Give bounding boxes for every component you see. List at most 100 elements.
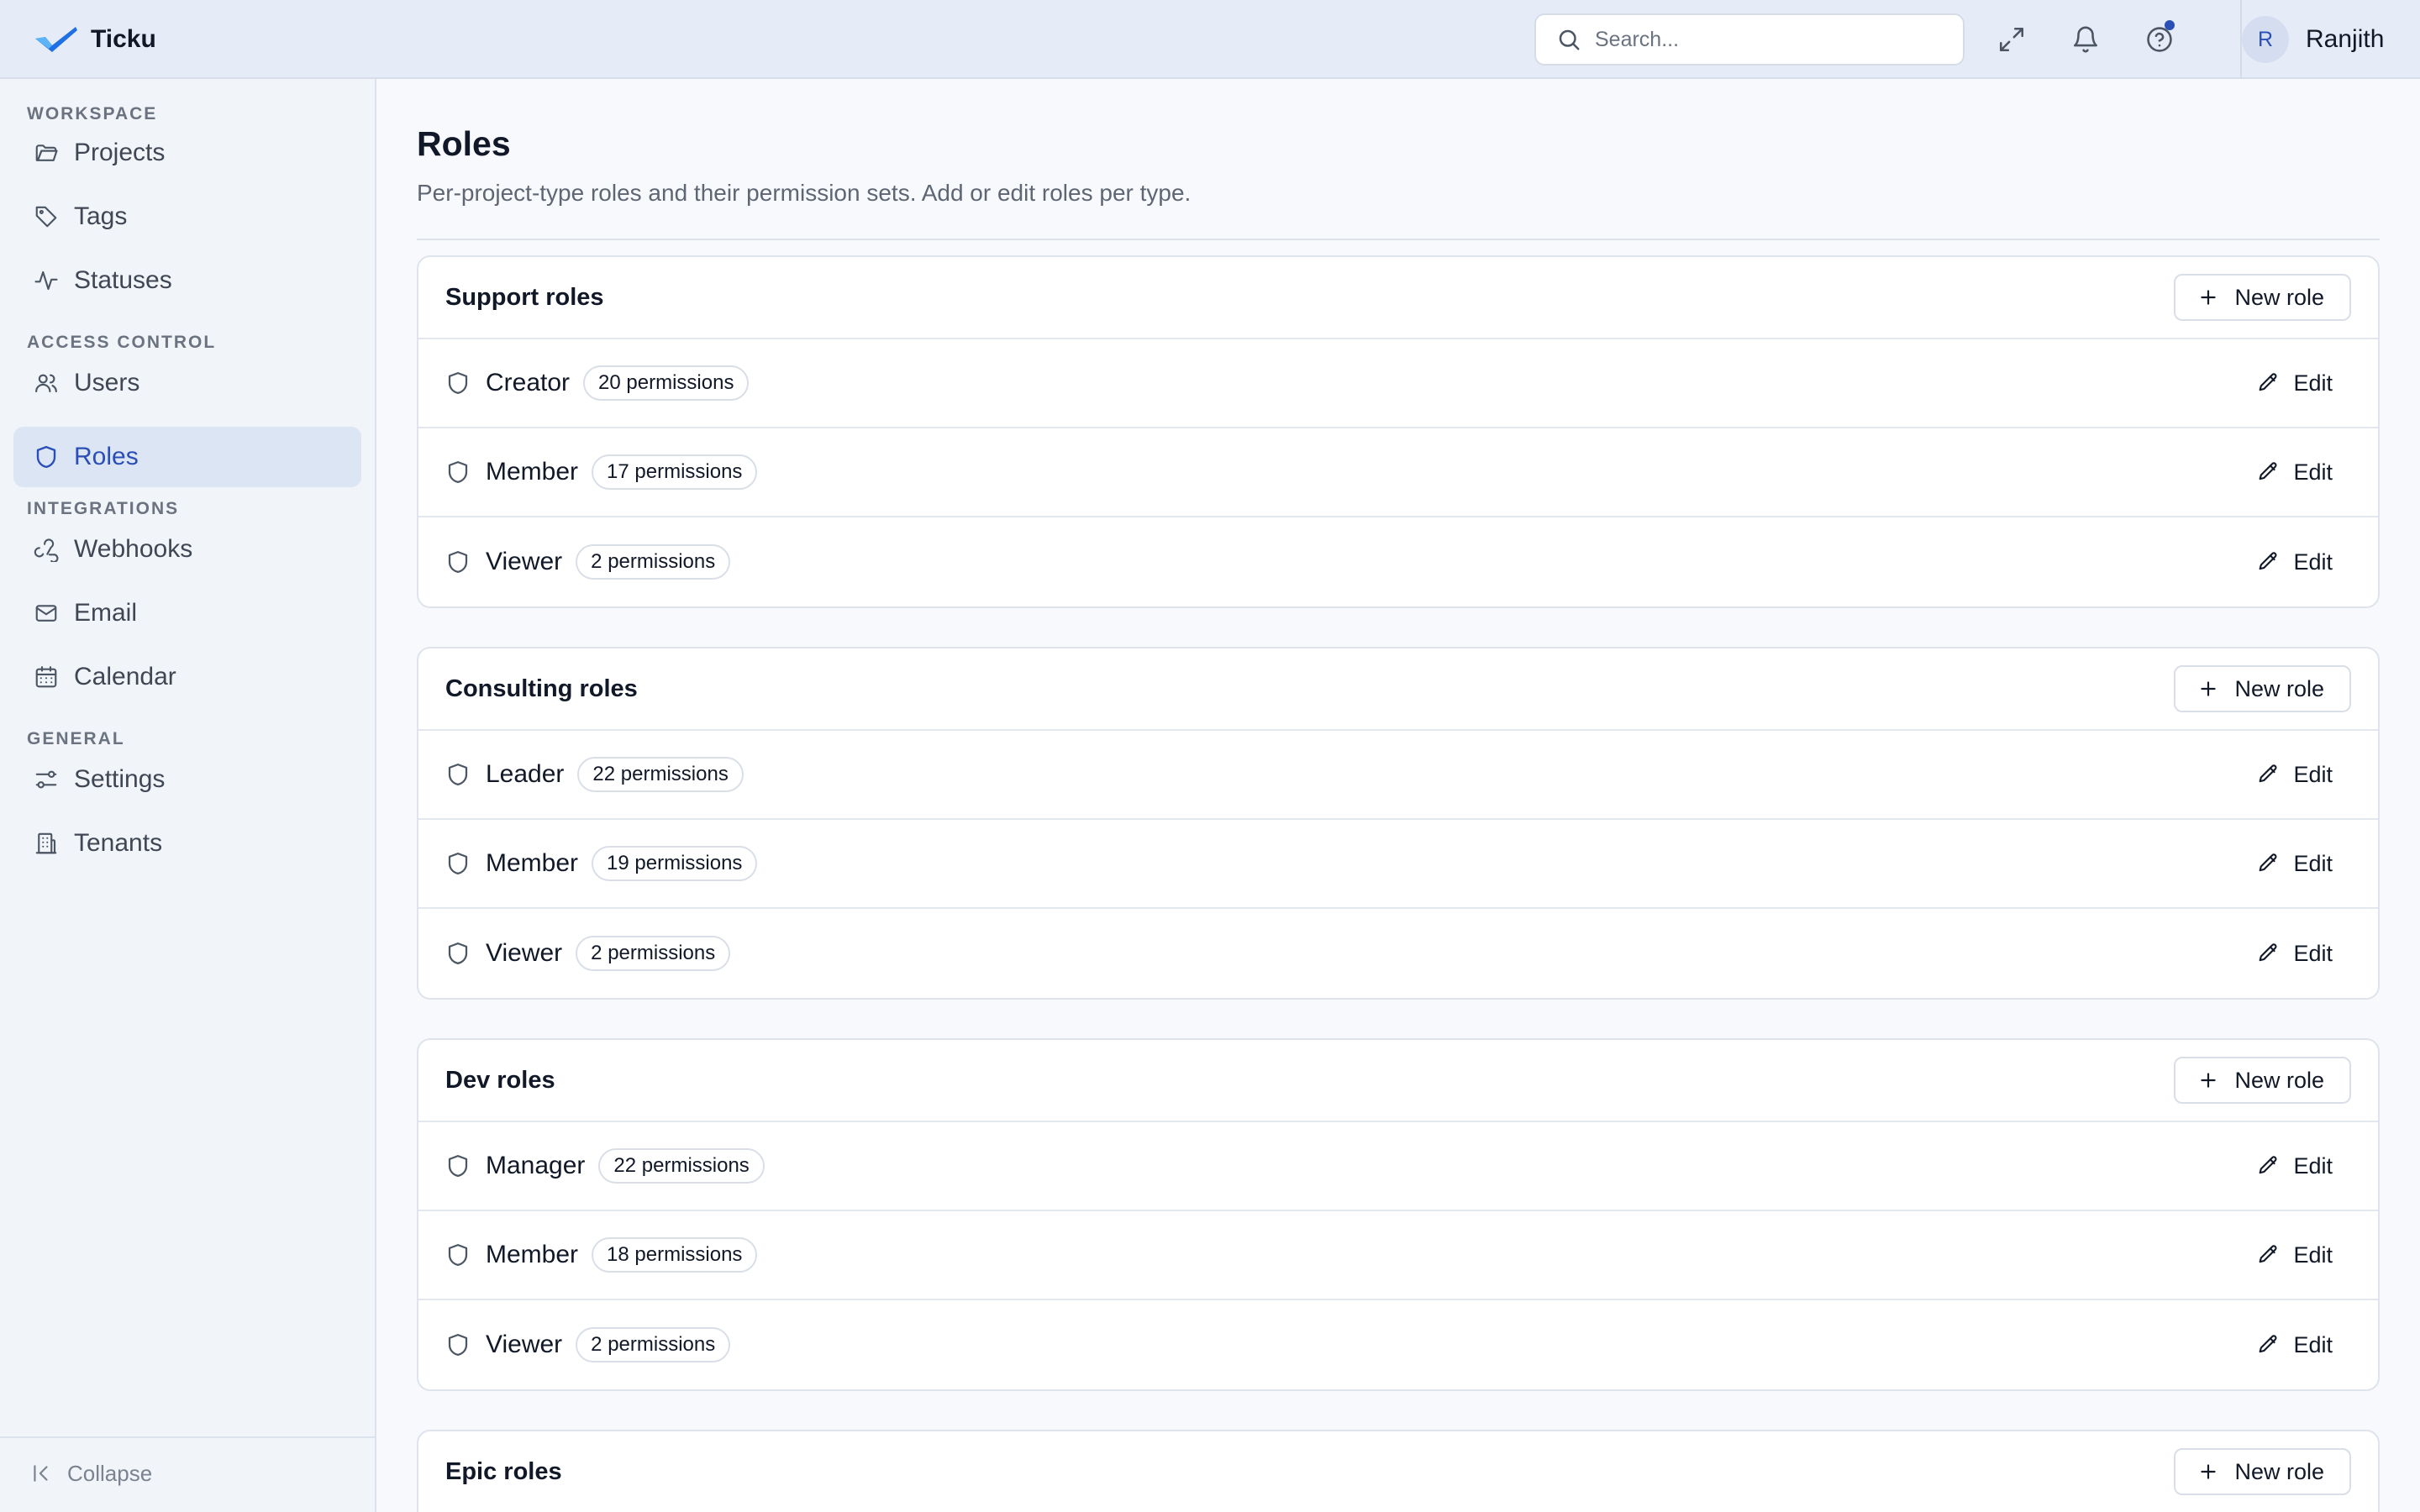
section-label-general: GENERAL <box>27 729 125 748</box>
role-group-card: Dev roles New role Manager 22 permissions Ed… <box>417 1038 2380 1391</box>
role-row: Creator 20 permissions Edit <box>418 339 2378 428</box>
new-role-button[interactable]: New role <box>2174 1057 2351 1104</box>
top-bar: Ticku R Ranjith <box>0 0 2420 79</box>
pencil-icon <box>2256 763 2280 786</box>
edit-role-button[interactable]: Edit <box>2238 360 2351 406</box>
pencil-icon <box>2256 852 2280 875</box>
sidebar-item-label: Webhooks <box>74 535 193 563</box>
edit-label: Edit <box>2293 1242 2333 1268</box>
sidebar-item-webhooks[interactable]: Webhooks <box>13 519 361 580</box>
role-name: Viewer <box>486 548 563 575</box>
user-menu[interactable]: R Ranjith <box>2242 0 2384 79</box>
folder-icon <box>35 144 58 161</box>
new-role-button[interactable]: New role <box>2174 665 2351 712</box>
collapse-sidebar-button[interactable]: Collapse <box>30 1457 152 1490</box>
sidebar-item-label: Tenants <box>74 829 163 857</box>
sidebar-item-calendar[interactable]: Calendar <box>13 647 361 707</box>
shield-icon <box>445 1332 471 1357</box>
new-role-button[interactable]: New role <box>2174 1448 2351 1495</box>
edit-role-button[interactable]: Edit <box>2238 449 2351 495</box>
divider <box>417 239 2380 240</box>
calendar-icon <box>35 666 57 688</box>
help-button[interactable] <box>2138 18 2181 61</box>
new-role-label: New role <box>2234 675 2324 701</box>
role-row: Member 19 permissions Edit <box>418 820 2378 909</box>
collapse-left-icon <box>34 1465 48 1482</box>
sidebar-item-tenants[interactable]: Tenants <box>13 813 361 874</box>
role-group-card: Support roles New role Creator 20 permissio… <box>417 255 2380 608</box>
plus-icon <box>2197 678 2219 700</box>
shield-icon <box>445 549 471 575</box>
edit-label: Edit <box>2293 1152 2333 1179</box>
sidebar-item-settings[interactable]: Settings <box>13 749 361 810</box>
permissions-badge: 22 permissions <box>577 757 744 792</box>
permissions-badge: 18 permissions <box>592 1237 758 1273</box>
edit-label: Edit <box>2293 761 2333 787</box>
pencil-icon <box>2256 1333 2280 1357</box>
edit-role-button[interactable]: Edit <box>2238 1322 2351 1368</box>
fullscreen-button[interactable] <box>1990 18 2033 61</box>
section-label-access-control: ACCESS CONTROL <box>27 333 217 352</box>
edit-role-button[interactable]: Edit <box>2238 841 2351 886</box>
edit-role-button[interactable]: Edit <box>2238 1232 2351 1278</box>
edit-label: Edit <box>2293 549 2333 575</box>
permissions-badge: 2 permissions <box>576 936 731 971</box>
sidebar-item-users[interactable]: Users <box>13 353 361 413</box>
user-name: Ranjith <box>2306 25 2385 53</box>
avatar: R <box>2242 16 2289 63</box>
card-header: Support roles New role <box>418 257 2378 339</box>
role-row: Viewer 2 permissions Edit <box>418 1300 2378 1389</box>
edit-role-button[interactable]: Edit <box>2238 931 2351 976</box>
shield-icon <box>445 941 471 966</box>
role-name: Member <box>486 1241 579 1268</box>
role-row: Member 17 permissions Edit <box>418 428 2378 517</box>
app-name: Ticku <box>91 25 156 53</box>
notifications-button[interactable] <box>2064 18 2107 61</box>
pencil-icon <box>2256 1243 2280 1267</box>
edit-role-button[interactable]: Edit <box>2238 1143 2351 1189</box>
search-input[interactable] <box>1595 27 1931 52</box>
shield-icon <box>445 762 471 787</box>
edit-role-button[interactable]: Edit <box>2238 752 2351 797</box>
sidebar-item-statuses[interactable]: Statuses <box>13 250 361 311</box>
new-role-button[interactable]: New role <box>2174 274 2351 321</box>
sidebar-item-label: Projects <box>74 139 166 166</box>
card-header: Dev roles New role <box>418 1040 2378 1122</box>
pencil-icon <box>2256 1154 2280 1178</box>
section-label-workspace: WORKSPACE <box>27 104 158 123</box>
shield-icon <box>445 1153 471 1179</box>
sidebar-item-label: Email <box>74 599 138 627</box>
brand[interactable]: Ticku <box>34 0 156 79</box>
edit-role-button[interactable]: Edit <box>2238 539 2351 585</box>
permissions-badge: 2 permissions <box>576 544 731 580</box>
ticku-logo-icon <box>35 27 77 52</box>
role-group-title: Epic roles <box>445 1457 562 1485</box>
shield-icon <box>445 370 471 396</box>
search-box[interactable] <box>1534 13 1965 66</box>
role-row: Viewer 2 permissions Edit <box>418 909 2378 998</box>
plus-icon <box>2197 1069 2219 1091</box>
role-row: Member 18 permissions Edit <box>418 1211 2378 1300</box>
role-name: Manager <box>486 1152 586 1179</box>
main-content: Roles Per-project-type roles and their p… <box>376 79 2420 1512</box>
sidebar-item-label: Roles <box>74 443 139 470</box>
sidebar-item-email[interactable]: Email <box>13 583 361 643</box>
role-name: Viewer <box>486 1331 563 1358</box>
sidebar-item-projects[interactable]: Projects <box>13 123 361 183</box>
role-row: Manager 22 permissions Edit <box>418 1122 2378 1211</box>
sidebar-item-roles[interactable]: Roles <box>13 427 361 487</box>
role-group-card: Epic roles New role <box>417 1430 2380 1512</box>
divider <box>0 1436 375 1438</box>
new-role-label: New role <box>2234 1458 2324 1484</box>
role-name: Viewer <box>486 939 563 967</box>
sidebar-item-label: Calendar <box>74 663 176 690</box>
sidebar-item-label: Users <box>74 369 140 396</box>
shield-icon <box>36 445 56 469</box>
sidebar-item-tags[interactable]: Tags <box>13 186 361 247</box>
role-name: Creator <box>486 369 571 396</box>
edit-label: Edit <box>2293 370 2333 396</box>
search-icon <box>1559 29 1580 50</box>
new-role-label: New role <box>2234 1067 2324 1093</box>
webhook-icon <box>34 538 59 562</box>
sidebar: WORKSPACE Projects Tags Statuses ACCESS … <box>0 79 376 1512</box>
